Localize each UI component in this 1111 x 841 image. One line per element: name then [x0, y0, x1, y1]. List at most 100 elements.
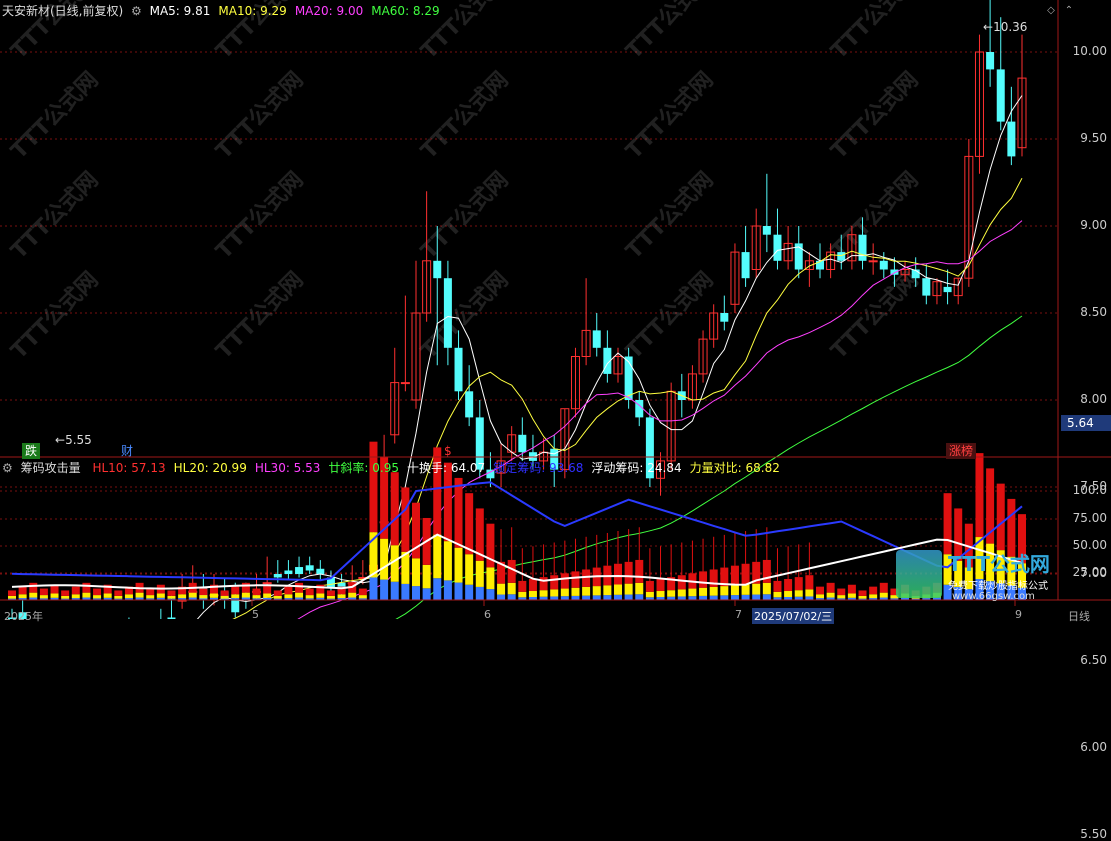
volume-bar-blue [390, 581, 399, 600]
volume-bar-red [454, 477, 463, 548]
cursor-date-label: 2025/07/02/三 [752, 608, 835, 624]
volume-bar-red [826, 582, 835, 593]
volume-bar-yellow [231, 594, 240, 599]
volume-bar-red [326, 590, 335, 596]
volume-bar-yellow [847, 593, 856, 598]
settings-icon[interactable]: ⚙ [131, 4, 142, 18]
volume-bar-yellow [305, 595, 314, 599]
candle-body [624, 356, 633, 400]
volume-bar-blue [720, 595, 729, 600]
watermark-tile: TTT公式网 [212, 267, 309, 364]
volume-bar-yellow [656, 591, 665, 598]
volume-bar-blue [805, 596, 814, 600]
price-axis-label: 5.50 [1080, 827, 1107, 841]
watermark-tile: TTT公式网 [7, 67, 104, 164]
ma-lines [196, 95, 1023, 619]
volume-bar-yellow [773, 591, 782, 598]
chevron-up-icon[interactable]: ⌃ [1063, 5, 1075, 17]
volume-bar-red [624, 561, 633, 584]
volume-bar-blue [709, 595, 718, 600]
volume-bar-blue [550, 596, 559, 600]
date-axis-label: 7 [735, 608, 742, 621]
volume-bar-blue [677, 596, 686, 600]
diamond-icon[interactable]: ◇ [1045, 5, 1057, 17]
volume-bar-yellow [135, 592, 144, 598]
volume-bar-yellow [263, 593, 272, 598]
volume-bar-yellow [699, 587, 708, 596]
volume-bar-blue [443, 580, 452, 600]
volume-bar-yellow [688, 588, 697, 597]
volume-bar-yellow [71, 594, 80, 599]
volume-bar-blue [741, 594, 750, 600]
watermark-tile: TTT公式网 [7, 267, 104, 364]
volume-bar-blue [624, 594, 633, 600]
volume-bar-red [82, 582, 91, 593]
badge-logo-icon [896, 550, 942, 598]
volume-bar-red [231, 586, 240, 595]
volume-bar-blue [699, 595, 708, 600]
candle-body [741, 252, 750, 279]
volume-bar-red [305, 588, 314, 596]
volume-bar-yellow [422, 564, 431, 589]
volume-bar-yellow [241, 592, 250, 598]
indicator-legend-3: 廿斜率: 0.95 [328, 461, 399, 475]
price-axis-label: 10.00 [1072, 44, 1107, 58]
main-header: 天安新材(日线,前复权) ⚙ MA5: 9.81 MA10: 9.29 MA20: … [2, 2, 456, 20]
volume-bar-yellow [816, 594, 824, 599]
candle-body [518, 434, 527, 453]
candle-body [837, 252, 846, 261]
volume-bar-yellow [167, 595, 176, 599]
volume-bar-red [146, 588, 155, 596]
volume-bar-red [656, 579, 665, 592]
candle-body [858, 234, 867, 261]
candle-body [879, 260, 888, 270]
candle-body [922, 278, 931, 296]
event-marker-finance[interactable]: 财 [118, 443, 136, 459]
volume-bar-red [61, 590, 70, 596]
stock-chart[interactable]: TTT公式网 TTT公式网 TTT公式网 TTT公式网 TTT公式网TTT公式网 TTT公… [0, 0, 1111, 619]
indicator-legend-5: 锁定筹码: 93.68 [493, 461, 584, 475]
ma-legend-3: MA60: 8.29 [371, 4, 440, 18]
indicator-legend-0: HL10: 57.13 [92, 461, 166, 475]
event-marker-dollar[interactable]: $ [441, 443, 455, 459]
event-marker-limit-up[interactable]: 涨榜 [946, 443, 977, 459]
candle-body [305, 565, 314, 571]
volume-bar-red [975, 453, 984, 538]
volume-bar-yellow [571, 587, 580, 596]
volume-bar-red [114, 590, 123, 596]
high-price-label: ←10.36 [983, 20, 1028, 34]
volume-bar-red [571, 571, 580, 588]
volume-bar-red [39, 588, 48, 596]
volume-bar-blue [422, 588, 431, 600]
volume-bar-yellow [730, 585, 739, 596]
event-marker-fall[interactable]: 跌 [22, 443, 41, 459]
volume-bar-blue [762, 594, 771, 600]
volume-bar-yellow [348, 592, 357, 598]
date-axis-label: 9 [1015, 608, 1022, 621]
candle-body [465, 391, 474, 418]
volume-bar-red [858, 590, 867, 596]
settings-icon[interactable]: ⚙ [2, 461, 13, 475]
volume-bar-blue [380, 579, 389, 600]
volume-bar-yellow [879, 592, 888, 598]
volume-bar-yellow [29, 592, 38, 598]
volume-bar-red [773, 580, 782, 592]
volume-bar-yellow [752, 583, 761, 595]
volume-bar-yellow [497, 583, 506, 595]
volume-bar-yellow [124, 594, 133, 599]
volume-bar-red [220, 590, 229, 596]
volume-bar-yellow [114, 595, 123, 599]
volume-bar-yellow [380, 538, 389, 580]
volume-bar-red [369, 441, 378, 533]
volume-bar-yellow [624, 583, 633, 595]
volume-bar-yellow [252, 595, 261, 599]
volume-bar-yellow [635, 582, 644, 595]
volume-bar-yellow [805, 589, 814, 597]
volume-bar-red [539, 577, 548, 591]
volume-bar-red [645, 580, 654, 592]
volume-bar-red [794, 577, 803, 591]
current-price-tag: 5.64 [1061, 415, 1111, 431]
indicator-line [11, 533, 1023, 590]
indicator-axis-label: 25.00 [1072, 565, 1107, 579]
volume-bar-red [614, 563, 622, 585]
